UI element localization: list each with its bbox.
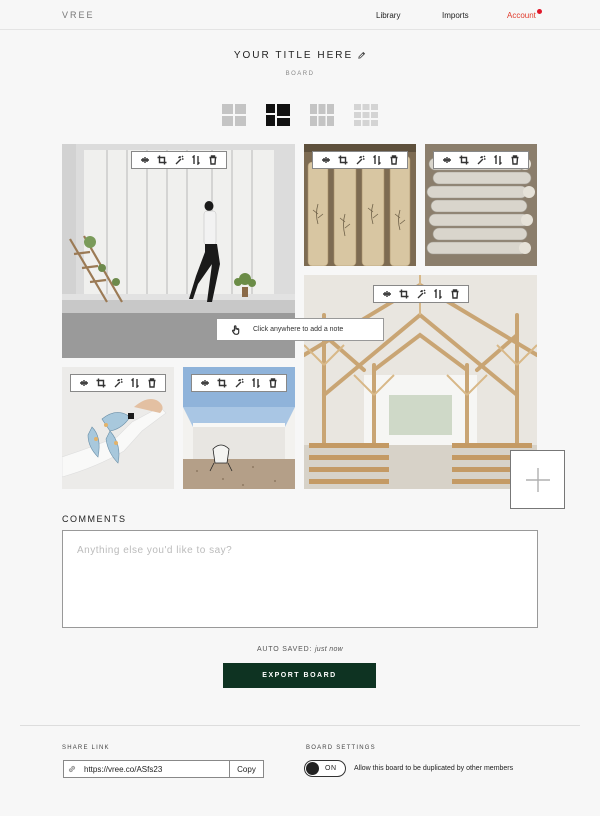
share-link-field: https://vree.co/ASfs23 Copy bbox=[63, 760, 264, 778]
image-toolbar bbox=[191, 374, 287, 392]
trash-icon[interactable] bbox=[206, 153, 220, 167]
share-url-text[interactable]: https://vree.co/ASfs23 bbox=[80, 765, 229, 774]
top-nav-bar: VREE Library Imports Account bbox=[0, 0, 600, 30]
trash-icon[interactable] bbox=[266, 376, 280, 390]
toggle-knob bbox=[306, 762, 319, 775]
trash-icon[interactable] bbox=[448, 287, 462, 301]
autosave-status: AUTO SAVED: just now bbox=[0, 646, 600, 653]
adjust-icon[interactable] bbox=[77, 376, 91, 390]
toggle-state-label: ON bbox=[325, 765, 337, 772]
comments-textarea[interactable] bbox=[62, 530, 538, 628]
flip-icon[interactable] bbox=[491, 153, 505, 167]
board-title-text: YOUR TITLE HERE bbox=[233, 50, 354, 61]
autosave-label: AUTO SAVED: bbox=[256, 646, 313, 653]
add-note-text: Click anywhere to add a note bbox=[253, 326, 344, 333]
brand-logo[interactable]: VREE bbox=[62, 10, 95, 20]
flip-icon[interactable] bbox=[189, 153, 203, 167]
flip-icon[interactable] bbox=[431, 287, 445, 301]
image-toolbar bbox=[312, 151, 408, 169]
notification-dot bbox=[537, 9, 542, 14]
nav-imports[interactable]: Imports bbox=[442, 11, 469, 20]
crop-icon[interactable] bbox=[397, 287, 411, 301]
adjust-icon[interactable] bbox=[319, 153, 333, 167]
magic-wand-icon[interactable] bbox=[111, 376, 125, 390]
board-title[interactable]: YOUR TITLE HERE bbox=[234, 50, 366, 61]
add-image-button[interactable] bbox=[510, 450, 565, 509]
add-note-prompt[interactable]: Click anywhere to add a note bbox=[216, 318, 384, 341]
layout-selector bbox=[0, 104, 600, 126]
hand-pointer-icon bbox=[231, 324, 241, 335]
photo-timber-chapel[interactable] bbox=[304, 275, 537, 489]
image-toolbar bbox=[373, 285, 469, 303]
duplicate-toggle[interactable]: ON bbox=[304, 760, 346, 777]
comments-label: COMMENTS bbox=[62, 514, 127, 524]
flip-icon[interactable] bbox=[249, 376, 263, 390]
flip-icon[interactable] bbox=[128, 376, 142, 390]
copy-link-button[interactable]: Copy bbox=[229, 761, 263, 777]
board-subtitle: BOARD bbox=[285, 71, 315, 77]
crop-icon[interactable] bbox=[457, 153, 471, 167]
adjust-icon[interactable] bbox=[138, 153, 152, 167]
adjust-icon[interactable] bbox=[440, 153, 454, 167]
layout-mosaic-icon[interactable] bbox=[266, 104, 290, 126]
crop-icon[interactable] bbox=[336, 153, 350, 167]
magic-wand-icon[interactable] bbox=[414, 287, 428, 301]
nav-library[interactable]: Library bbox=[376, 11, 400, 20]
export-board-button[interactable]: EXPORT BOARD bbox=[223, 663, 376, 688]
adjust-icon[interactable] bbox=[198, 376, 212, 390]
footer-divider bbox=[20, 725, 580, 726]
image-toolbar bbox=[433, 151, 529, 169]
magic-wand-icon[interactable] bbox=[232, 376, 246, 390]
adjust-icon[interactable] bbox=[380, 287, 394, 301]
pencil-icon[interactable] bbox=[357, 51, 366, 60]
plus-icon bbox=[525, 467, 550, 492]
board-settings-label: BOARD SETTINGS bbox=[306, 745, 376, 751]
crop-icon[interactable] bbox=[215, 376, 229, 390]
nav-account[interactable]: Account bbox=[507, 11, 536, 20]
layout-grid-3x2-icon[interactable] bbox=[310, 104, 334, 126]
link-icon bbox=[64, 765, 80, 773]
trash-icon[interactable] bbox=[145, 376, 159, 390]
flip-icon[interactable] bbox=[370, 153, 384, 167]
trash-icon[interactable] bbox=[508, 153, 522, 167]
magic-wand-icon[interactable] bbox=[353, 153, 367, 167]
duplicate-toggle-description: Allow this board to be duplicated by oth… bbox=[354, 765, 514, 772]
layout-grid-2x2-icon[interactable] bbox=[222, 104, 246, 126]
magic-wand-icon[interactable] bbox=[474, 153, 488, 167]
autosave-time: just now bbox=[314, 646, 344, 653]
layout-grid-3x3-icon[interactable] bbox=[354, 104, 378, 126]
board-header: YOUR TITLE HERE BOARD bbox=[0, 45, 600, 77]
image-toolbar bbox=[131, 151, 227, 169]
share-link-label: SHARE LINK bbox=[62, 745, 110, 751]
magic-wand-icon[interactable] bbox=[172, 153, 186, 167]
trash-icon[interactable] bbox=[387, 153, 401, 167]
crop-icon[interactable] bbox=[94, 376, 108, 390]
crop-icon[interactable] bbox=[155, 153, 169, 167]
image-toolbar bbox=[70, 374, 166, 392]
